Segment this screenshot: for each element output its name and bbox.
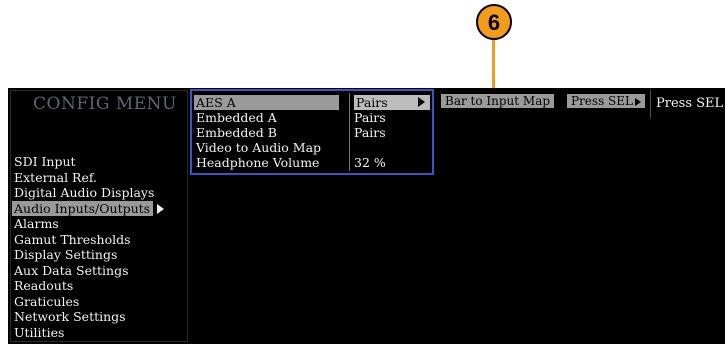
menu-item-utilities[interactable]: Utilities	[14, 325, 164, 341]
menu-item-network-settings[interactable]: Network Settings	[14, 309, 164, 325]
menu-item-digital-audio-displays[interactable]: Digital Audio Displays	[14, 185, 164, 201]
menu-item-alarms[interactable]: Alarms	[14, 216, 164, 232]
menu-item-aux-data-settings[interactable]: Aux Data Settings	[14, 263, 164, 279]
submenu-arrow-icon	[157, 204, 165, 214]
audio-io-submenu: AES A Pairs Embedded A Pairs Embedded B …	[190, 89, 434, 175]
submenu-value[interactable]: Pairs	[354, 95, 430, 110]
menu-item-audio-inputs-outputs[interactable]: Audio Inputs/Outputs	[12, 200, 165, 216]
press-sel-label[interactable]: Press SEL	[656, 96, 723, 111]
press-sel-button[interactable]: Press SEL	[567, 94, 645, 108]
config-menu-title: CONFIG MENU	[33, 94, 177, 114]
press-sel-arrow-icon	[635, 97, 641, 106]
menu-item-sdi-input[interactable]: SDI Input	[14, 154, 164, 170]
menu-item-gamut-thresholds[interactable]: Gamut Thresholds	[14, 232, 164, 248]
menu-item-graticules[interactable]: Graticules	[14, 294, 164, 310]
submenu-column-divider	[349, 93, 350, 171]
callout-leader-line	[492, 40, 495, 94]
bar-to-input-map-button[interactable]: Bar to Input Map	[441, 94, 555, 108]
menu-item-readouts[interactable]: Readouts	[14, 278, 164, 294]
value-arrow-icon	[418, 97, 425, 107]
menu-item-external-ref[interactable]: External Ref.	[14, 170, 164, 186]
config-menu-list: SDI Input External Ref. Digital Audio Di…	[12, 154, 165, 341]
callout-number-badge: 6	[476, 4, 512, 40]
menu-item-display-settings[interactable]: Display Settings	[14, 247, 164, 263]
